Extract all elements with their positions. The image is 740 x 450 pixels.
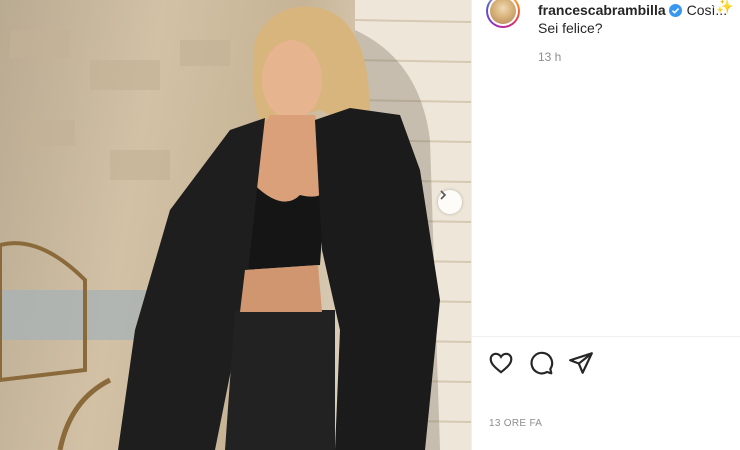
post-photo[interactable] xyxy=(0,0,471,450)
panel-divider xyxy=(471,0,472,450)
next-image-button[interactable] xyxy=(438,190,462,214)
avatar[interactable] xyxy=(486,0,520,28)
verified-badge-icon xyxy=(668,4,682,20)
photo-illustration xyxy=(0,0,471,450)
username-link[interactable]: francescabrambilla xyxy=(538,2,666,18)
chevron-right-icon xyxy=(440,190,447,200)
action-bar xyxy=(488,350,594,378)
heart-icon[interactable] xyxy=(488,350,514,378)
caption-second-line: Sei felice? xyxy=(538,20,603,36)
sparkles-emoji: ✨ xyxy=(716,0,734,14)
post-header: francescabrambilla Così... ✨ xyxy=(484,0,740,40)
comment-icon[interactable] xyxy=(528,350,554,378)
caption-line: francescabrambilla Così... xyxy=(538,2,727,20)
caption-timestamp: 13 h xyxy=(538,50,562,64)
share-icon[interactable] xyxy=(568,350,594,378)
actions-divider xyxy=(472,336,740,337)
post-timestamp: 13 ORE FA xyxy=(489,418,543,429)
